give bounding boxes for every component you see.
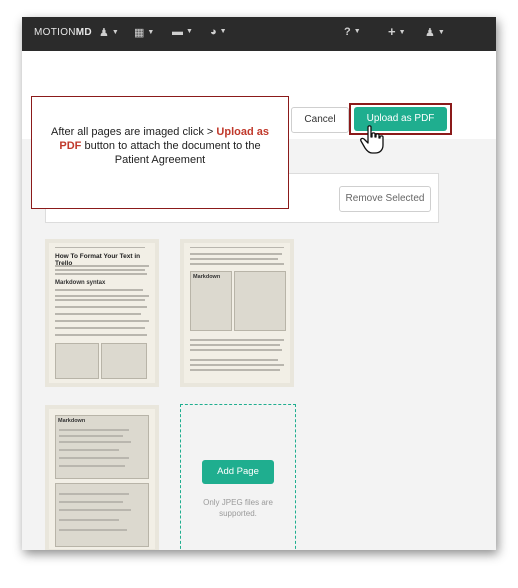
- page-image: Markdown: [49, 409, 155, 549]
- nav-globe-menu[interactable]: ◕ ▼: [210, 26, 227, 38]
- page-thumbnail[interactable]: How To Format Your Text in Trello Markdo…: [45, 239, 159, 387]
- chevron-down-icon: ▼: [398, 29, 406, 36]
- page-subheading: Markdown: [193, 274, 221, 280]
- page-thumbnail[interactable]: Markdown: [45, 405, 159, 550]
- globe-icon: ◕: [210, 26, 217, 38]
- chevron-down-icon: ▼: [111, 29, 119, 36]
- page-image: How To Format Your Text in Trello Markdo…: [49, 243, 155, 383]
- cancel-button[interactable]: Cancel: [291, 107, 349, 133]
- app-logo[interactable]: MOTIONMD: [34, 27, 92, 38]
- page-subheading: Markdown syntax: [55, 280, 106, 286]
- nav-patients-menu[interactable]: ♟ ▼: [99, 26, 119, 39]
- plus-icon: +: [388, 24, 396, 39]
- chevron-down-icon: ▼: [219, 28, 227, 35]
- top-navbar: MOTIONMD ♟ ▼ ▦ ▼ ▬ ▼ ◕ ▼ ? ▼ + ▼ ♟ ▼: [22, 17, 496, 51]
- nav-grid-menu[interactable]: ▦ ▼: [134, 26, 154, 39]
- chevron-down-icon: ▼: [437, 29, 445, 36]
- page-subheading: Markdown: [58, 418, 86, 424]
- callout-text: After all pages are imaged click > Uploa…: [51, 126, 269, 166]
- nav-help-menu[interactable]: ? ▼: [344, 26, 361, 38]
- chevron-down-icon: ▼: [353, 28, 361, 35]
- file-type-note: Only JPEG files are supported.: [203, 498, 273, 518]
- hand-pointer-icon: [360, 125, 384, 154]
- add-page-dropzone[interactable]: Add Page Only JPEG files are supported.: [180, 404, 296, 550]
- nav-add-menu[interactable]: + ▼: [388, 24, 406, 39]
- remove-selected-button[interactable]: Remove Selected: [339, 186, 431, 212]
- main-content: Cancel Upload as PDF Remove Selected Aft…: [22, 51, 496, 550]
- chevron-down-icon: ▼: [147, 29, 155, 36]
- nav-billing-menu[interactable]: ▬ ▼: [172, 26, 193, 38]
- card-icon: ▬: [172, 26, 183, 38]
- page-thumbnail[interactable]: Markdown: [180, 239, 294, 387]
- user-medical-icon: ♟: [99, 27, 109, 39]
- page-image: Markdown: [184, 243, 290, 383]
- help-icon: ?: [344, 26, 351, 38]
- app-window: MOTIONMD ♟ ▼ ▦ ▼ ▬ ▼ ◕ ▼ ? ▼ + ▼ ♟ ▼ Cancel Upl…: [22, 17, 496, 550]
- nav-user-menu[interactable]: ♟ ▼: [425, 26, 445, 39]
- user-icon: ♟: [425, 27, 435, 39]
- instruction-callout: After all pages are imaged click > Uploa…: [31, 96, 289, 209]
- grid-icon: ▦: [134, 27, 145, 39]
- add-page-button[interactable]: Add Page: [202, 460, 274, 484]
- chevron-down-icon: ▼: [186, 28, 193, 35]
